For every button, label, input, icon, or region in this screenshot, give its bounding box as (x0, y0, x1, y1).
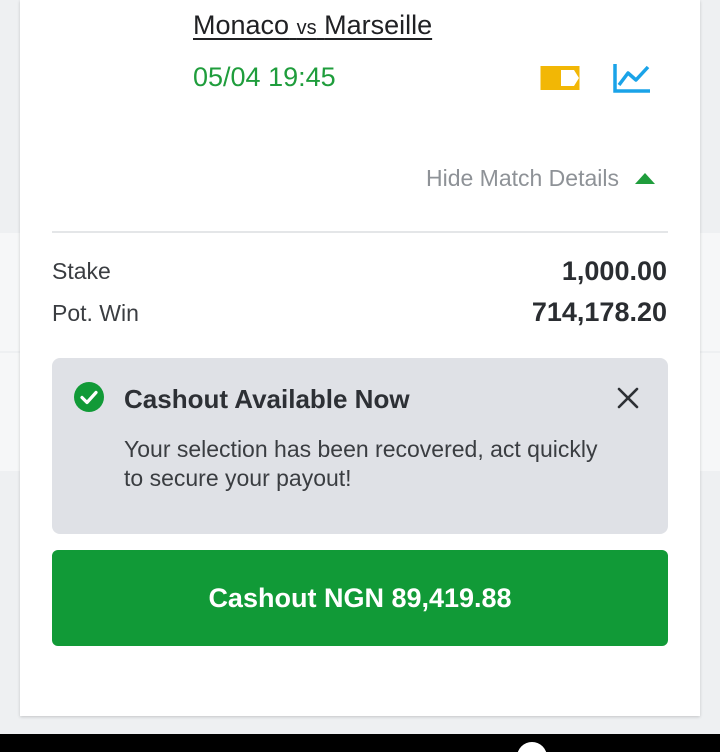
nav-home-indicator[interactable] (517, 742, 547, 752)
cashout-notice: Cashout Available Now Your selection has… (52, 358, 668, 534)
divider (52, 231, 668, 233)
check-circle-icon (74, 382, 104, 412)
away-team: Marseille (324, 10, 433, 40)
caret-up-icon (635, 173, 655, 184)
pot-win-label: Pot. Win (52, 300, 139, 326)
notice-body: Your selection has been recovered, act q… (124, 436, 598, 491)
match-title[interactable]: Monaco vs Marseille (193, 10, 432, 41)
bet-card: Monaco vs Marseille 05/04 19:45 Hide Mat… (20, 0, 700, 716)
notice-title: Cashout Available Now (124, 384, 410, 414)
match-datetime: 05/04 19:45 (193, 62, 336, 92)
stake-value: 1,000.00 (561, 256, 667, 286)
line-chart-icon[interactable] (612, 62, 652, 94)
hide-match-details-label: Hide Match Details (425, 165, 619, 191)
system-nav-bar (0, 734, 720, 752)
stake-label: Stake (52, 258, 111, 284)
pot-win-value: 714,178.20 (531, 297, 667, 327)
cashout-button[interactable]: Cashout NGN 89,419.88 (52, 550, 668, 646)
vs-label: vs (296, 17, 317, 39)
hide-match-details-toggle[interactable]: Hide Match Details (426, 165, 655, 192)
ticket-tag-icon[interactable] (539, 64, 581, 92)
close-icon[interactable] (616, 386, 640, 410)
home-team: Monaco (193, 10, 290, 40)
